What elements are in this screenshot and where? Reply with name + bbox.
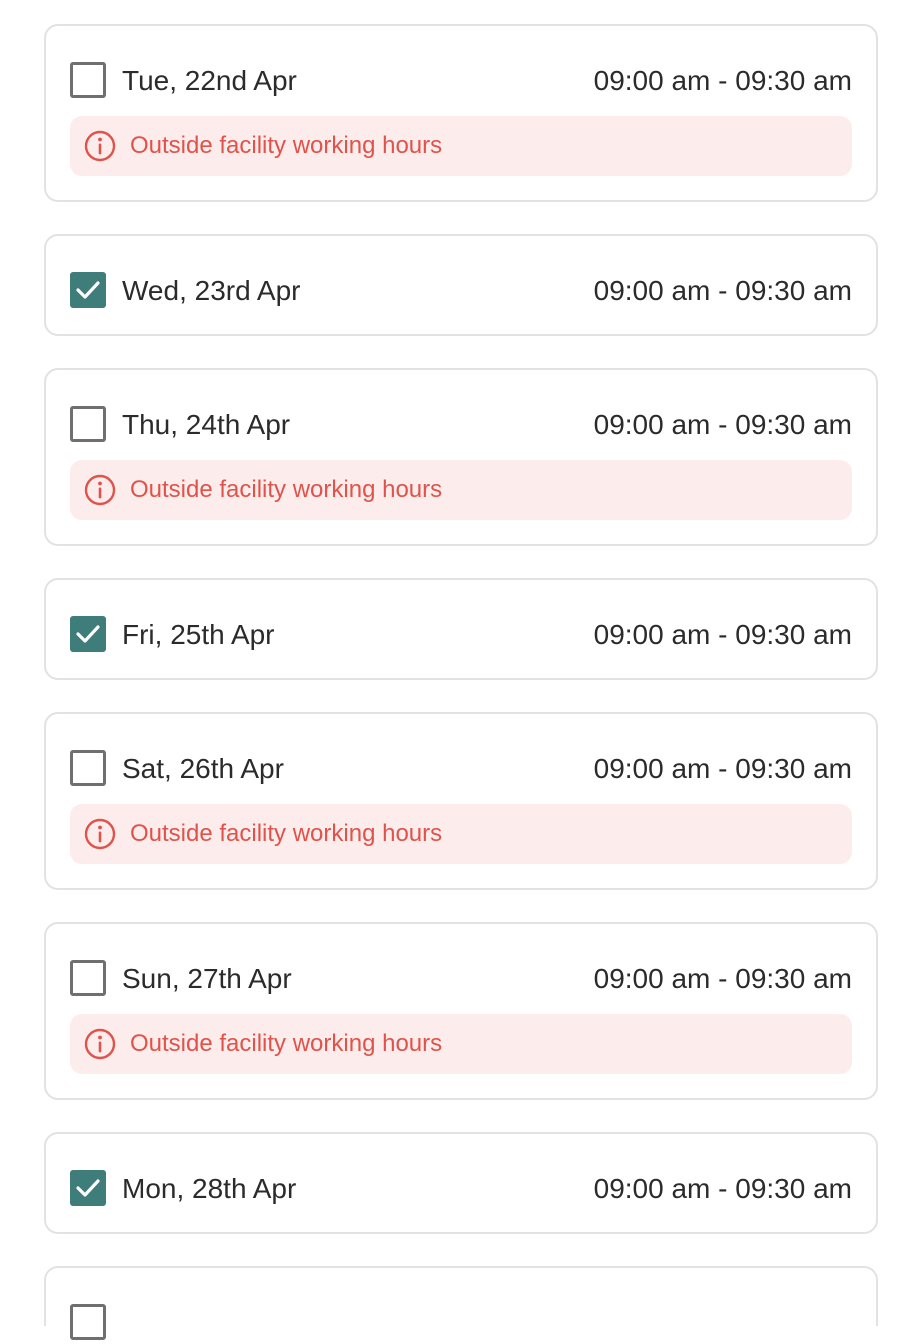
slot-time: 09:00 am - 09:30 am [593, 963, 852, 994]
info-circle-icon [84, 818, 116, 850]
slot-checkbox[interactable] [70, 1304, 106, 1340]
slot-date: Tue, 22nd Apr [122, 65, 297, 96]
time-slot-row [70, 1304, 852, 1344]
slot-checkbox[interactable] [70, 960, 106, 996]
slot-checkbox[interactable] [70, 616, 106, 652]
info-circle-icon [84, 474, 116, 506]
slot-time: 09:00 am - 09:30 am [593, 275, 852, 306]
time-slot-card: Wed, 23rd Apr 09:00 am - 09:30 am [44, 234, 878, 336]
checkmark-icon [76, 625, 100, 643]
warning-text: Outside facility working hours [130, 476, 443, 503]
slot-checkbox[interactable] [70, 406, 106, 442]
slot-checkbox[interactable] [70, 272, 106, 308]
time-slot-card: Sun, 27th Apr 09:00 am - 09:30 am Outsid… [44, 922, 878, 1100]
slot-date: Sat, 26th Apr [122, 753, 284, 784]
info-circle-icon [84, 1028, 116, 1060]
slot-checkbox[interactable] [70, 750, 106, 786]
time-slot-row: Mon, 28th Apr 09:00 am - 09:30 am [70, 1170, 852, 1210]
slot-date: Wed, 23rd Apr [122, 275, 301, 306]
time-slot-card: Thu, 24th Apr 09:00 am - 09:30 am Outsid… [44, 368, 878, 546]
slot-time: 09:00 am - 09:30 am [593, 65, 852, 96]
warning-banner: Outside facility working hours [70, 116, 852, 176]
time-slot-card: Sat, 26th Apr 09:00 am - 09:30 am Outsid… [44, 712, 878, 890]
slot-date: Sun, 27th Apr [122, 963, 292, 994]
slot-date: Thu, 24th Apr [122, 409, 291, 440]
time-slot-card [44, 1266, 878, 1340]
warning-text: Outside facility working hours [130, 1030, 443, 1057]
time-slot-card: Fri, 25th Apr 09:00 am - 09:30 am [44, 578, 878, 680]
slot-time: 09:00 am - 09:30 am [593, 1173, 852, 1204]
slot-time: 09:00 am - 09:30 am [593, 753, 852, 784]
warning-banner: Outside facility working hours [70, 804, 852, 864]
slot-date: Fri, 25th Apr [122, 619, 275, 650]
checkmark-icon [76, 281, 100, 299]
time-slot-row: Tue, 22nd Apr 09:00 am - 09:30 am [70, 62, 852, 102]
slot-checkbox[interactable] [70, 1170, 106, 1206]
slot-date: Mon, 28th Apr [122, 1173, 297, 1204]
checkmark-icon [76, 1179, 100, 1197]
warning-text: Outside facility working hours [130, 132, 443, 159]
time-slot-card: Tue, 22nd Apr 09:00 am - 09:30 am Outsid… [44, 24, 878, 202]
time-slot-row: Sat, 26th Apr 09:00 am - 09:30 am [70, 750, 852, 790]
slot-time: 09:00 am - 09:30 am [593, 409, 852, 440]
slot-time: 09:00 am - 09:30 am [593, 619, 852, 650]
slot-checkbox[interactable] [70, 62, 106, 98]
warning-text: Outside facility working hours [130, 820, 443, 847]
warning-banner: Outside facility working hours [70, 460, 852, 520]
info-circle-icon [84, 130, 116, 162]
time-slot-row: Sun, 27th Apr 09:00 am - 09:30 am [70, 960, 852, 1000]
time-slot-row: Fri, 25th Apr 09:00 am - 09:30 am [70, 616, 852, 656]
time-slot-row: Wed, 23rd Apr 09:00 am - 09:30 am [70, 272, 852, 312]
time-slot-row: Thu, 24th Apr 09:00 am - 09:30 am [70, 406, 852, 446]
time-slot-card: Mon, 28th Apr 09:00 am - 09:30 am [44, 1132, 878, 1234]
warning-banner: Outside facility working hours [70, 1014, 852, 1074]
